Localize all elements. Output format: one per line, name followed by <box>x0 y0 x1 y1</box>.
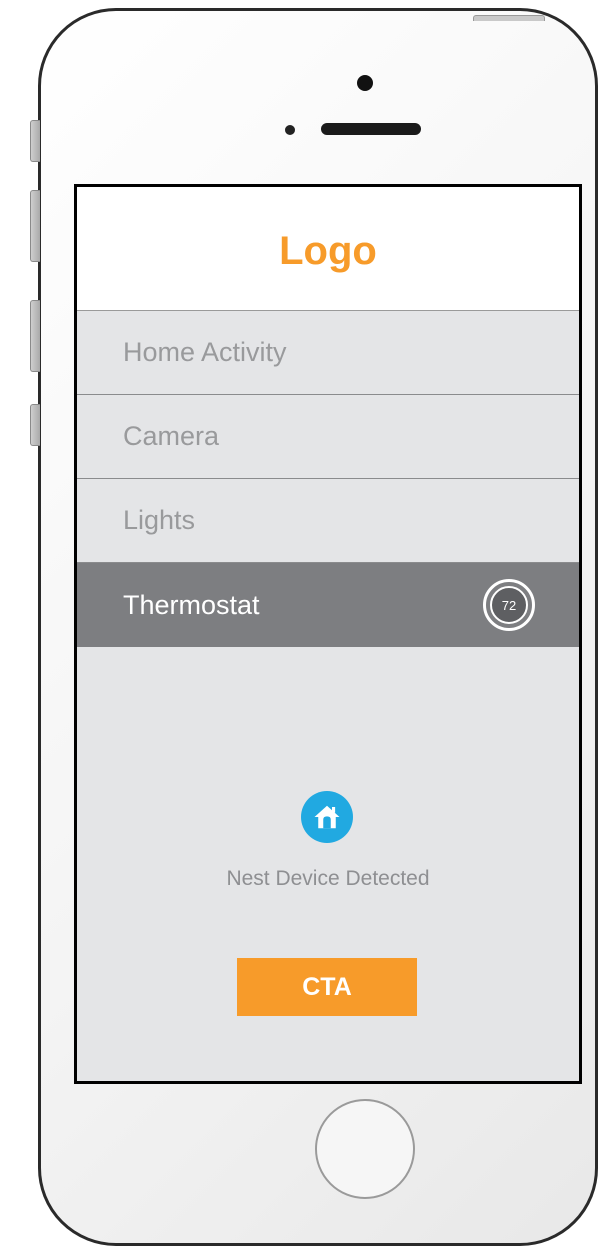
volume-up-button <box>30 190 40 262</box>
app-header: Logo <box>77 187 579 311</box>
app-view: Logo Home Activity Camera Lights Thermos… <box>77 187 579 1081</box>
menu-item-label: Thermostat <box>123 589 260 620</box>
home-button[interactable] <box>315 1099 415 1199</box>
detection-panel: Nest Device Detected CTA <box>77 649 579 1081</box>
menu-item-label: Lights <box>123 505 196 535</box>
logo: Logo <box>279 229 377 273</box>
mute-switch <box>30 120 40 162</box>
cta-button[interactable]: CTA <box>237 958 417 1016</box>
status-message: Nest Device Detected <box>226 867 430 890</box>
volume-down-button <box>30 300 40 372</box>
menu-item-label: Home Activity <box>123 337 287 367</box>
side-button <box>30 404 40 446</box>
power-button <box>473 15 545 21</box>
front-camera <box>357 75 373 91</box>
thermostat-badge: 72 <box>483 579 535 631</box>
phone-screen: Logo Home Activity Camera Lights Thermos… <box>74 184 582 1084</box>
proximity-sensor <box>285 125 295 135</box>
menu-item-home-activity[interactable]: Home Activity <box>77 311 579 395</box>
thermostat-temperature: 72 <box>490 586 528 624</box>
menu-item-label: Camera <box>123 421 220 451</box>
home-icon <box>301 791 353 843</box>
earpiece-speaker <box>321 123 421 135</box>
menu-item-thermostat[interactable]: Thermostat 72 <box>77 563 579 647</box>
menu-item-lights[interactable]: Lights <box>77 479 579 563</box>
menu-item-camera[interactable]: Camera <box>77 395 579 479</box>
